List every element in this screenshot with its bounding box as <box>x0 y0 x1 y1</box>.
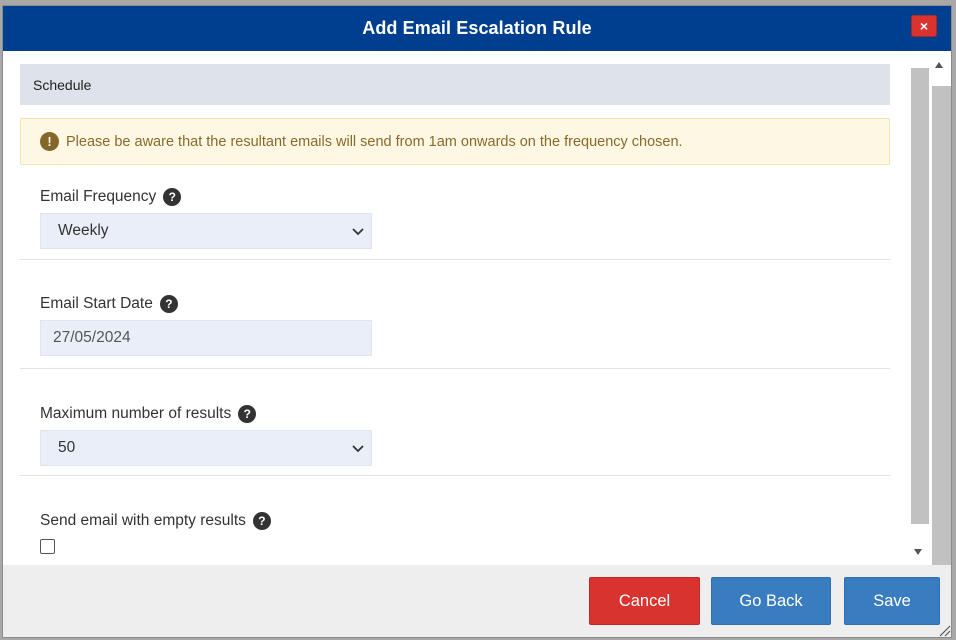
resize-grip-icon[interactable] <box>937 623 951 637</box>
help-icon[interactable]: ? <box>159 295 178 313</box>
email-start-date-input[interactable]: 27/05/2024 <box>40 320 372 356</box>
scroll-down-arrow[interactable] <box>914 549 922 555</box>
empty-results-label: Send email with empty results <box>40 512 246 529</box>
save-button[interactable]: Save <box>844 577 940 625</box>
email-frequency-label: Email Frequency <box>40 188 157 205</box>
scroll-up-arrow[interactable] <box>935 62 943 68</box>
dialog-title: Add Email Escalation Rule <box>362 18 592 38</box>
scrollbar-thumb[interactable] <box>911 68 929 524</box>
divider <box>20 475 890 476</box>
escalation-rule-dialog: Add Email Escalation Rule × Schedule ! P… <box>2 5 952 638</box>
outer-scrollbar-thumb[interactable] <box>932 86 951 566</box>
help-icon[interactable]: ? <box>238 405 257 423</box>
email-start-date-value: 27/05/2024 <box>53 329 131 346</box>
field-email-start-date: Email Start Date ? 27/05/2024 <box>20 295 890 356</box>
section-header-schedule: Schedule <box>20 64 890 105</box>
help-icon[interactable]: ? <box>252 512 271 530</box>
field-email-frequency: Email Frequency ? Weekly <box>20 188 890 249</box>
section-title: Schedule <box>33 76 92 93</box>
max-results-value: 50 <box>58 439 76 456</box>
chevron-down-icon <box>352 228 364 236</box>
empty-results-checkbox[interactable] <box>40 539 55 554</box>
chevron-down-icon <box>352 445 364 453</box>
max-results-select[interactable]: 50 <box>40 430 372 466</box>
divider <box>20 368 890 369</box>
close-button[interactable]: × <box>911 15 937 37</box>
email-start-date-label: Email Start Date <box>40 295 153 312</box>
dialog-titlebar: Add Email Escalation Rule × <box>3 6 951 51</box>
close-icon: × <box>919 18 929 34</box>
help-icon[interactable]: ? <box>163 188 182 206</box>
alert-text: Please be aware that the resultant email… <box>66 133 683 150</box>
email-frequency-value: Weekly <box>58 222 109 239</box>
max-results-label: Maximum number of results <box>40 405 232 422</box>
cancel-button[interactable]: Cancel <box>589 577 700 625</box>
exclamation-icon: ! <box>40 132 59 151</box>
dialog-body: Schedule ! Please be aware that the resu… <box>3 51 951 565</box>
field-max-results: Maximum number of results ? 50 <box>20 405 890 466</box>
dialog-footer: Cancel Go Back Save <box>3 565 951 637</box>
divider <box>20 259 890 260</box>
info-alert: ! Please be aware that the resultant ema… <box>20 118 890 165</box>
email-frequency-select[interactable]: Weekly <box>40 213 372 249</box>
field-empty-results: Send email with empty results ? <box>20 512 890 554</box>
go-back-button[interactable]: Go Back <box>711 577 831 625</box>
